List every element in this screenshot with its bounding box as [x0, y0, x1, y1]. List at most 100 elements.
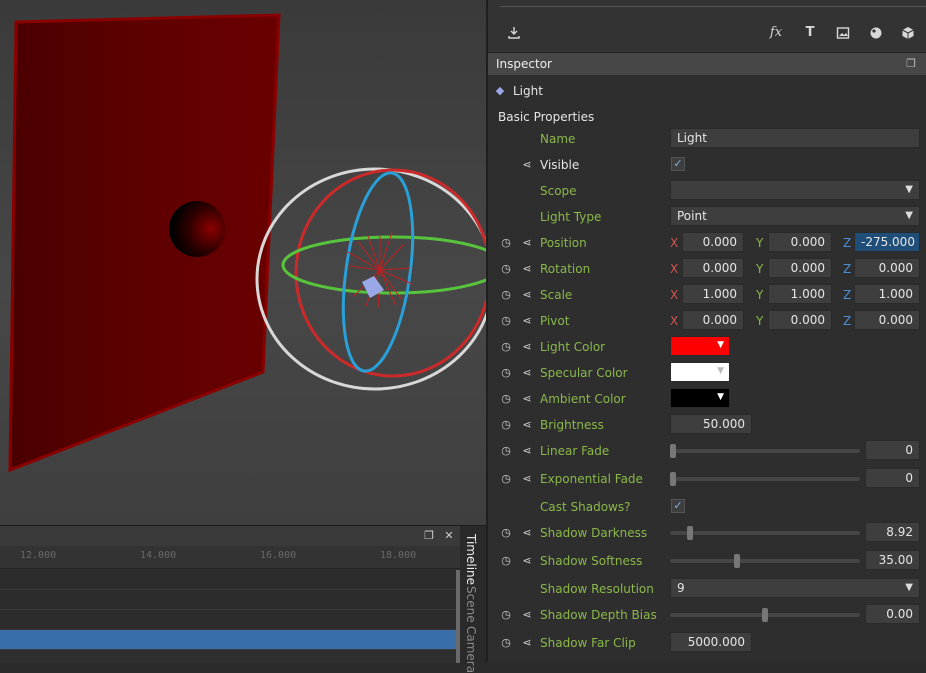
- cast-shadows-label: Cast Shadows?: [540, 500, 631, 514]
- tab-camera[interactable]: Camera: [464, 626, 478, 673]
- shadow-far-clip-input[interactable]: 5000.000: [670, 632, 752, 652]
- scope-select[interactable]: ▼: [670, 180, 920, 200]
- link-icon[interactable]: ⋖: [520, 262, 534, 276]
- slider-handle[interactable]: [670, 444, 676, 458]
- shadow-depth-bias-slider[interactable]: [670, 608, 860, 622]
- timeline-track[interactable]: [0, 570, 458, 590]
- ambient-color-swatch[interactable]: ▼: [670, 388, 730, 408]
- shadow-softness-input[interactable]: 35.00: [865, 550, 920, 570]
- slider-handle[interactable]: [686, 526, 693, 540]
- link-icon[interactable]: ⋖: [520, 236, 534, 250]
- link-icon[interactable]: ⋖: [520, 366, 534, 380]
- pivot-y-input[interactable]: 0.000: [768, 310, 832, 330]
- link-icon[interactable]: ⋖: [520, 340, 534, 354]
- scale-y-input[interactable]: 1.000: [768, 284, 832, 304]
- timeline-track[interactable]: [0, 590, 458, 610]
- keyframe-clock-icon[interactable]: ◷: [499, 472, 513, 486]
- scene-viewport[interactable]: [0, 0, 486, 525]
- name-input[interactable]: Light: [670, 128, 920, 148]
- link-icon[interactable]: ⋖: [520, 444, 534, 458]
- brightness-input[interactable]: 50.000: [670, 414, 752, 434]
- link-icon[interactable]: ⋖: [520, 288, 534, 302]
- slider-handle[interactable]: [762, 608, 768, 622]
- link-icon[interactable]: ⋖: [520, 472, 534, 486]
- chevron-down-icon: ▼: [905, 184, 913, 195]
- link-icon[interactable]: ⋖: [520, 418, 534, 432]
- slider-handle[interactable]: [734, 554, 741, 568]
- light-color-row: ◷ ⋖ Light Color ▼: [488, 336, 926, 358]
- rotation-x-input[interactable]: 0.000: [682, 258, 744, 278]
- scale-z-input[interactable]: 1.000: [854, 284, 920, 304]
- keyframe-clock-icon[interactable]: ◷: [499, 526, 513, 540]
- link-icon[interactable]: ⋖: [520, 554, 534, 568]
- link-icon[interactable]: ⋖: [520, 392, 534, 406]
- shadow-darkness-row: ◷ ⋖ Shadow Darkness 8.92: [488, 522, 926, 544]
- link-icon[interactable]: ⋖: [520, 314, 534, 328]
- specular-color-swatch[interactable]: ▼: [670, 362, 730, 382]
- keyframe-clock-icon[interactable]: ◷: [499, 444, 513, 458]
- light-type-select[interactable]: Point ▼: [670, 206, 920, 226]
- section-header: Basic Properties: [488, 106, 926, 128]
- shadow-far-clip-label: Shadow Far Clip: [540, 636, 636, 650]
- brightness-label: Brightness: [540, 418, 604, 432]
- scale-x-input[interactable]: 1.000: [682, 284, 744, 304]
- linear-fade-input[interactable]: 0: [865, 440, 920, 460]
- shadow-resolution-select[interactable]: 9 ▼: [670, 578, 920, 598]
- timeline-ruler[interactable]: 12.000 14.000 16.000 18.000: [0, 546, 460, 569]
- timeline-header: ❐ ✕: [0, 526, 460, 546]
- shadow-depth-bias-label: Shadow Depth Bias: [540, 608, 657, 622]
- keyframe-clock-icon[interactable]: ◷: [499, 418, 513, 432]
- cast-shadows-row: Cast Shadows? ✓: [488, 496, 926, 518]
- exponential-fade-slider[interactable]: [670, 472, 860, 486]
- keyframe-clock-icon[interactable]: ◷: [499, 340, 513, 354]
- rotation-y-input[interactable]: 0.000: [768, 258, 832, 278]
- link-icon[interactable]: ⋖: [520, 158, 534, 172]
- shadow-darkness-input[interactable]: 8.92: [865, 522, 920, 542]
- keyframe-clock-icon[interactable]: ◷: [499, 236, 513, 250]
- keyframe-clock-icon[interactable]: ◷: [499, 608, 513, 622]
- tab-timeline[interactable]: Timeline: [464, 534, 478, 585]
- position-x-input[interactable]: 0.000: [682, 232, 744, 252]
- fx-icon[interactable]: fx: [763, 20, 789, 46]
- keyframe-clock-icon[interactable]: ◷: [499, 262, 513, 276]
- link-icon[interactable]: ⋖: [520, 636, 534, 650]
- position-y-input[interactable]: 0.000: [768, 232, 832, 252]
- link-icon[interactable]: ⋖: [520, 526, 534, 540]
- shadow-darkness-slider[interactable]: [670, 526, 860, 540]
- sphere-icon[interactable]: [863, 20, 889, 46]
- cast-shadows-checkbox[interactable]: ✓: [671, 499, 685, 513]
- name-label: Name: [540, 132, 576, 146]
- image-icon[interactable]: [830, 20, 856, 46]
- timeline-track-selected[interactable]: [0, 630, 458, 650]
- keyframe-clock-icon[interactable]: ◷: [499, 554, 513, 568]
- tab-scene[interactable]: Scene: [464, 586, 478, 623]
- float-icon[interactable]: ❐: [906, 57, 916, 70]
- text-icon[interactable]: T: [797, 20, 823, 46]
- pivot-z-input[interactable]: 0.000: [854, 310, 920, 330]
- download-icon[interactable]: [501, 20, 527, 46]
- linear-fade-slider[interactable]: [670, 444, 860, 458]
- position-z-input[interactable]: -275.000: [854, 232, 920, 252]
- viewport-canvas: [8, 13, 486, 473]
- float-icon[interactable]: ❐: [422, 529, 436, 543]
- keyframe-clock-icon[interactable]: ◷: [499, 366, 513, 380]
- link-icon[interactable]: ⋖: [520, 608, 534, 622]
- visible-checkbox[interactable]: ✓: [671, 157, 685, 171]
- cube-icon[interactable]: [895, 20, 921, 46]
- exponential-fade-input[interactable]: 0: [865, 468, 920, 488]
- shadow-depth-bias-input[interactable]: 0.00: [865, 604, 920, 624]
- keyframe-clock-icon[interactable]: ◷: [499, 314, 513, 328]
- rotation-z-input[interactable]: 0.000: [854, 258, 920, 278]
- keyframe-clock-icon[interactable]: ◷: [499, 288, 513, 302]
- pivot-x-input[interactable]: 0.000: [682, 310, 744, 330]
- timeline-track[interactable]: [0, 610, 458, 630]
- close-icon[interactable]: ✕: [442, 529, 456, 543]
- slider-handle[interactable]: [670, 472, 676, 486]
- light-rays: [347, 231, 413, 309]
- shadow-softness-slider[interactable]: [670, 554, 860, 568]
- keyframe-clock-icon[interactable]: ◷: [499, 636, 513, 650]
- visible-label: Visible: [540, 158, 580, 172]
- light-color-swatch[interactable]: ▼: [670, 336, 730, 356]
- name-row: Name Light: [488, 128, 926, 150]
- keyframe-clock-icon[interactable]: ◷: [499, 392, 513, 406]
